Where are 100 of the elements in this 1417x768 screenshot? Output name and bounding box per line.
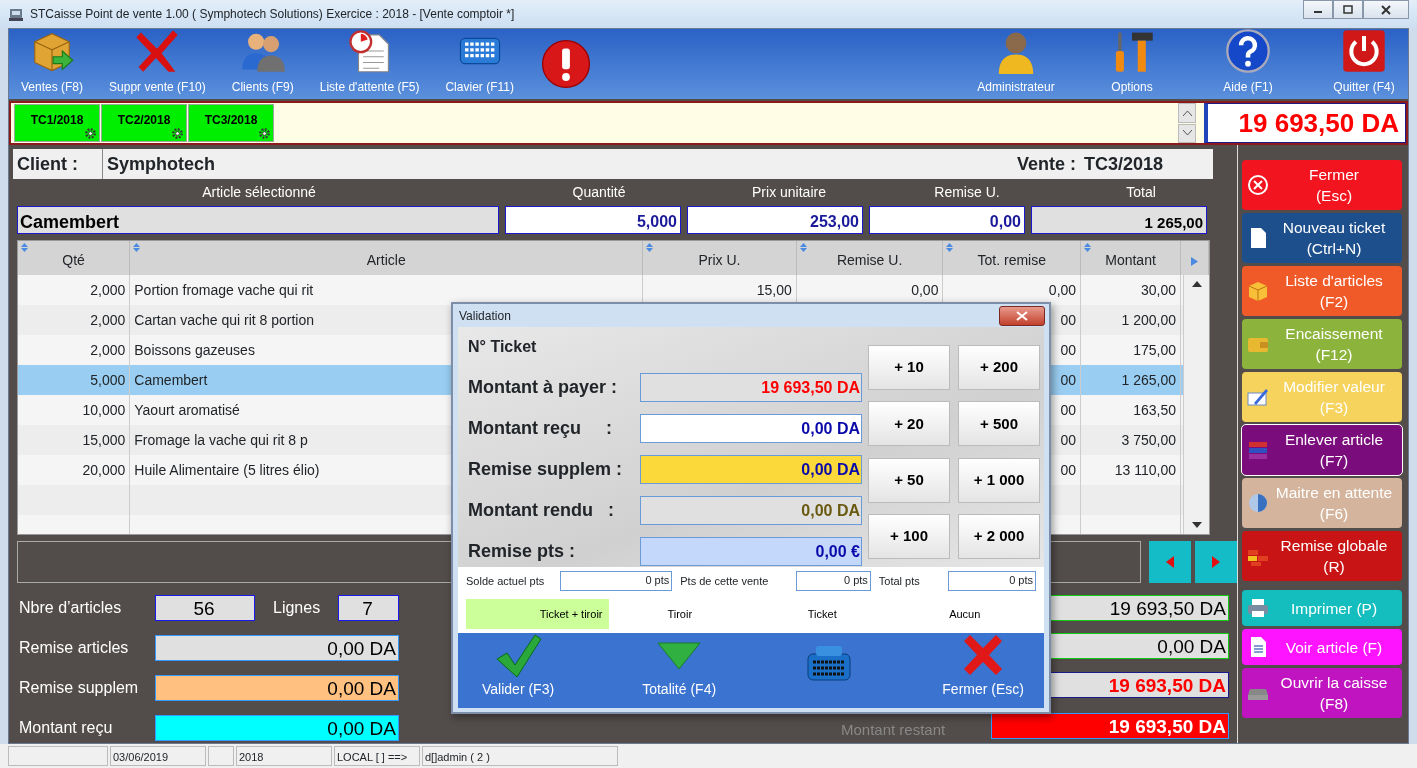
status-field: LOCAL [ ] ==> (334, 746, 420, 766)
amount-field[interactable]: 0,00 DA (640, 455, 862, 484)
arrow-right-icon (1191, 256, 1198, 266)
toolbar-button[interactable]: Aide (F1) (1208, 28, 1288, 96)
minimize-button[interactable] (1303, 0, 1333, 19)
sort-icon (799, 243, 807, 252)
amount-button[interactable]: + 500 (958, 401, 1040, 447)
count-field: 56 (155, 595, 255, 622)
column-header[interactable]: Qté (18, 241, 130, 275)
side-button[interactable]: Fermer (Esc) (1242, 160, 1402, 210)
print-option[interactable]: Ticket (751, 599, 894, 629)
amount-field: 0,00 DA (155, 635, 399, 662)
ticket-tab[interactable]: TC3/2018 (188, 104, 274, 142)
amount-button[interactable]: + 100 (868, 513, 950, 559)
summary-label: Montant reçu (19, 717, 114, 738)
count-field: 7 (338, 595, 399, 622)
number-field[interactable]: 253,00 (687, 206, 863, 234)
print-option[interactable]: Tiroir (608, 599, 751, 629)
amount-button[interactable]: + 50 (868, 457, 950, 503)
column-label: Prix unitaire (751, 183, 827, 202)
caret-up-icon (1182, 109, 1192, 116)
close-button[interactable] (999, 305, 1045, 326)
sort-icon (1084, 243, 1092, 252)
maximize-button[interactable] (1333, 0, 1363, 19)
side-button[interactable]: Ouvrir la caisse (F8) (1242, 668, 1402, 718)
sort-icon (21, 243, 28, 252)
close-icon (1016, 310, 1028, 321)
side-button[interactable]: Enlever article (F7) (1242, 425, 1402, 475)
number-field[interactable]: 5,000 (505, 206, 681, 234)
app-icon (8, 6, 24, 22)
scroll-up-button[interactable] (1178, 103, 1196, 123)
amount-button[interactable]: + 200 (958, 345, 1040, 390)
summary-label: Nbre d’articles (19, 598, 123, 619)
toolbar-button[interactable]: Ventes (F8) (21, 28, 84, 96)
scroll-down-icon (1192, 522, 1202, 528)
sale-label: Vente : (1016, 152, 1076, 176)
table-cell: 1 265,00 (1080, 365, 1181, 395)
print-option[interactable]: Ticket + tiroir (466, 599, 609, 629)
amount-button[interactable]: + 1 000 (958, 457, 1040, 503)
toolbar-button[interactable]: Quitter (F4) (1324, 28, 1404, 96)
amount-button[interactable]: + 20 (868, 401, 950, 447)
maximize-icon (1341, 3, 1355, 16)
sort-icon (646, 243, 654, 252)
scroll-down-button[interactable] (1178, 123, 1196, 143)
points-label: Solde actuel pts (466, 573, 546, 589)
points-field: 0 pts (560, 571, 673, 591)
toolbar-button[interactable]: Options (1092, 28, 1172, 96)
column-header[interactable]: Tot. remise (942, 241, 1081, 275)
minimize-icon (1313, 11, 1323, 13)
amount-field[interactable]: 0,00 € (640, 537, 862, 566)
toolbar-button[interactable]: Administrateur (976, 28, 1056, 96)
column-header[interactable]: Remise U. (796, 241, 943, 275)
total-display: 19 693,50 DA (1204, 103, 1406, 143)
client-name: Symphotech (106, 152, 216, 176)
amount-field[interactable]: 0,00 DA (640, 496, 862, 525)
points-field: 0 pts (796, 571, 871, 591)
status-field: d[]admin ( 2 ) (422, 746, 618, 766)
status-field: 03/06/2019 (110, 746, 206, 766)
table-cell: 3 750,00 (1080, 425, 1181, 455)
toolbar-button[interactable]: Clavier (F11) (445, 28, 514, 96)
column-label: Remise U. (933, 183, 1001, 202)
ticket-tab[interactable]: TC1/2018 (14, 104, 100, 142)
gear-icon (171, 127, 184, 140)
summary-label: Lignes (273, 598, 321, 619)
gear-icon (84, 127, 97, 140)
scroll-up-icon (1192, 281, 1202, 287)
toolbar-button[interactable]: Suppr vente (F10) (109, 28, 206, 96)
column-header[interactable]: Prix U. (642, 241, 797, 275)
points-label: Pts de cette vente (680, 573, 770, 589)
column-label: Total (1125, 183, 1157, 202)
number-field[interactable]: 0,00 (869, 206, 1025, 234)
ticket-tab[interactable]: TC2/2018 (101, 104, 187, 142)
toolbar-button[interactable]: Clients (F9) (231, 28, 294, 96)
table-cell: 1 200,00 (1080, 305, 1181, 335)
side-button[interactable]: Nouveau ticket (Ctrl+N) (1242, 213, 1402, 263)
points-label: Total pts (878, 573, 921, 589)
amount-field: 0,00 DA (155, 714, 399, 741)
toolbar-button[interactable]: Liste d'attente (F5) (319, 28, 420, 96)
box-icon (1246, 279, 1270, 303)
article-field[interactable]: Camembert (17, 206, 499, 234)
amount-button[interactable]: + 10 (868, 345, 950, 390)
close-button[interactable] (1363, 0, 1409, 19)
caret-down-icon (1182, 130, 1192, 137)
action-button[interactable]: Valider (F3) (482, 633, 555, 700)
action-button[interactable]: Totalité (F4) (642, 633, 717, 700)
column-header[interactable]: Montant (1080, 241, 1181, 275)
amount-button[interactable]: + 2 000 (958, 513, 1040, 559)
summary-label: Remise articles (19, 638, 130, 659)
table-cell: 5,000 (18, 365, 130, 395)
amount-field[interactable]: 0,00 DA (640, 414, 862, 443)
client-label: Client : (13, 149, 103, 179)
side-button[interactable]: Remise globale (R) (1242, 531, 1402, 581)
column-header[interactable]: Article (129, 241, 643, 275)
total-field: 1 265,00 (1031, 206, 1207, 234)
printer-icon (1246, 596, 1270, 620)
amount-field: 0,00 DA (155, 674, 399, 701)
summary-label: Remise supplem (19, 677, 140, 698)
column-label: Article sélectionné (201, 183, 317, 202)
ticket-heading: N° Ticket (468, 337, 538, 357)
status-field: 2018 (236, 746, 332, 766)
